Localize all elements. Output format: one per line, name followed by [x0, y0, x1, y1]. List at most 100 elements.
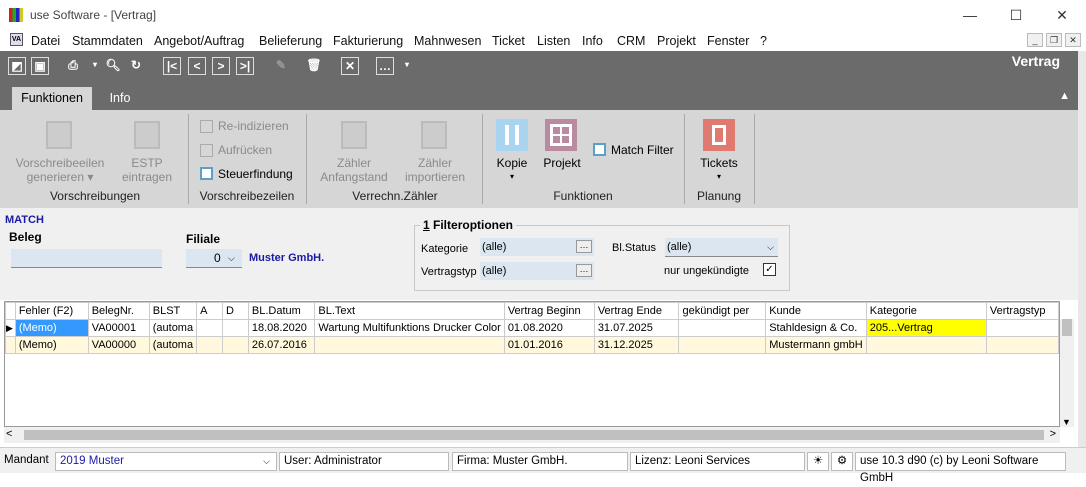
- table-cell[interactable]: [865, 336, 987, 354]
- search-icon[interactable]: 🔍︎: [104, 57, 122, 75]
- table-cell[interactable]: (Memo): [14, 336, 89, 354]
- dropdown-arrow-icon[interactable]: ▾: [86, 57, 104, 75]
- menu-projekt[interactable]: Projekt: [657, 34, 696, 48]
- table-cell[interactable]: Mustermann gmbH: [765, 336, 867, 354]
- mdi-restore-button[interactable]: ❐: [1046, 33, 1062, 47]
- table-cell[interactable]: (Memo): [14, 319, 89, 337]
- tickets-icon[interactable]: [703, 119, 735, 151]
- cancel-icon[interactable]: ✕: [341, 57, 359, 75]
- vertragstyp-field[interactable]: (alle) …: [480, 262, 594, 280]
- save-icon[interactable]: ▣: [31, 57, 49, 75]
- table-cell[interactable]: [314, 336, 505, 354]
- projekt-icon[interactable]: [545, 119, 577, 151]
- print-icon[interactable]: ⎙: [64, 57, 82, 75]
- column-header[interactable]: Kunde: [765, 302, 867, 320]
- column-header[interactable]: D: [221, 302, 249, 320]
- settings-icon[interactable]: ⚙: [831, 452, 853, 471]
- filiale-select[interactable]: 0 ⌵: [186, 249, 242, 268]
- table-cell[interactable]: 31.12.2025: [593, 336, 680, 354]
- match-filter-icon[interactable]: [593, 143, 606, 156]
- menu-angebot-auftrag[interactable]: Angebot/Auftrag: [154, 34, 244, 48]
- first-record-icon[interactable]: |<: [163, 57, 181, 75]
- tab-funktionen[interactable]: Funktionen: [12, 87, 92, 110]
- table-cell[interactable]: 18.08.2020: [247, 319, 316, 337]
- more-dropdown-icon[interactable]: ▾: [398, 57, 416, 75]
- kopie-dropdown-icon[interactable]: ▾: [490, 170, 534, 184]
- window-scrollbar[interactable]: [1078, 51, 1086, 447]
- close-button[interactable]: ✕: [1042, 4, 1082, 26]
- scroll-down-icon[interactable]: ▼: [1062, 417, 1071, 427]
- scroll-left-icon[interactable]: <: [6, 428, 12, 440]
- ungekuendigte-checkbox[interactable]: ✓: [763, 263, 776, 276]
- table-cell[interactable]: [985, 319, 1060, 337]
- last-record-icon[interactable]: >|: [236, 57, 254, 75]
- menu-help[interactable]: ?: [760, 34, 767, 48]
- tab-info[interactable]: Info: [100, 87, 140, 110]
- table-cell[interactable]: 26.07.2016: [247, 336, 316, 354]
- column-header[interactable]: BL.Text: [314, 302, 505, 320]
- scroll-right-icon[interactable]: >: [1050, 428, 1056, 440]
- kopie-button[interactable]: Kopie ▾: [490, 156, 534, 184]
- horizontal-scrollbar[interactable]: < >: [4, 427, 1060, 443]
- maximize-button[interactable]: ☐: [996, 4, 1036, 26]
- table-cell[interactable]: 01.08.2020: [503, 319, 595, 337]
- column-header[interactable]: BL.Datum: [247, 302, 316, 320]
- vertical-scrollbar[interactable]: ▼: [1060, 319, 1074, 427]
- column-header[interactable]: Vertragstyp: [985, 302, 1060, 320]
- tickets-dropdown-icon[interactable]: ▾: [694, 170, 744, 184]
- mdi-minimize-button[interactable]: _: [1027, 33, 1043, 47]
- column-header[interactable]: BelegNr.: [87, 302, 150, 320]
- table-cell[interactable]: Wartung Multifunktions Drucker Color: [314, 319, 505, 337]
- column-header[interactable]: gekündigt per: [678, 302, 767, 320]
- table-cell[interactable]: [985, 336, 1060, 354]
- menu-mahnwesen[interactable]: Mahnwesen: [414, 34, 481, 48]
- mandant-select[interactable]: 2019 Muster ⌵: [55, 452, 277, 471]
- menu-ticket[interactable]: Ticket: [492, 34, 525, 48]
- column-header[interactable]: Vertrag Beginn: [503, 302, 595, 320]
- column-header[interactable]: BLST: [148, 302, 198, 320]
- mdi-close-button[interactable]: ✕: [1065, 33, 1081, 47]
- table-cell[interactable]: 205...Vertrag: [865, 319, 987, 337]
- minimize-button[interactable]: —: [950, 4, 990, 26]
- menu-belieferung[interactable]: Belieferung: [259, 34, 322, 48]
- next-record-icon[interactable]: >: [212, 57, 230, 75]
- collapse-ribbon-icon[interactable]: ▲: [1059, 90, 1070, 102]
- column-header[interactable]: A: [196, 302, 223, 320]
- match-filter-button[interactable]: Match Filter: [611, 143, 674, 157]
- table-row[interactable]: (Memo) VA00000 (automa 26.07.2016 01.01.…: [5, 336, 1060, 354]
- column-header[interactable]: Kategorie: [865, 302, 987, 320]
- table-cell[interactable]: Stahldesign & Co.: [765, 319, 867, 337]
- table-cell[interactable]: [221, 319, 249, 337]
- new-icon[interactable]: ◩: [8, 57, 26, 75]
- tickets-button[interactable]: Tickets ▾: [694, 156, 744, 184]
- more-icon[interactable]: …: [376, 57, 394, 75]
- delete-icon[interactable]: 🗑︎: [305, 57, 323, 75]
- column-header[interactable]: Vertrag Ende: [593, 302, 680, 320]
- table-cell[interactable]: (automa: [148, 336, 198, 354]
- table-cell[interactable]: [221, 336, 249, 354]
- lookup-button[interactable]: …: [576, 240, 592, 253]
- sun-icon[interactable]: ☀: [807, 452, 829, 471]
- blstatus-select[interactable]: (alle) ⌵: [665, 238, 778, 257]
- lookup-button[interactable]: …: [576, 264, 592, 277]
- kopie-icon[interactable]: [496, 119, 528, 151]
- column-header[interactable]: Fehler (F2): [14, 302, 89, 320]
- kategorie-field[interactable]: (alle) …: [480, 238, 594, 256]
- table-cell[interactable]: [196, 319, 223, 337]
- table-cell[interactable]: 31.07.2025: [593, 319, 680, 337]
- menu-info[interactable]: Info: [582, 34, 603, 48]
- menu-stammdaten[interactable]: Stammdaten: [72, 34, 143, 48]
- menu-fakturierung[interactable]: Fakturierung: [333, 34, 403, 48]
- table-cell[interactable]: VA00000: [87, 336, 150, 354]
- document-icon[interactable]: VA: [10, 33, 23, 46]
- menu-datei[interactable]: Datei: [31, 34, 60, 48]
- menu-fenster[interactable]: Fenster: [707, 34, 749, 48]
- beleg-input[interactable]: [11, 249, 162, 268]
- menu-listen[interactable]: Listen: [537, 34, 570, 48]
- projekt-button[interactable]: Projekt: [540, 156, 584, 170]
- table-row[interactable]: ▶ (Memo) VA00001 (automa 18.08.2020 Wart…: [5, 319, 1060, 337]
- table-cell[interactable]: (automa: [148, 319, 198, 337]
- table-cell[interactable]: [196, 336, 223, 354]
- table-cell[interactable]: [678, 336, 767, 354]
- steuerfindung-button[interactable]: Steuerfindung: [218, 167, 293, 181]
